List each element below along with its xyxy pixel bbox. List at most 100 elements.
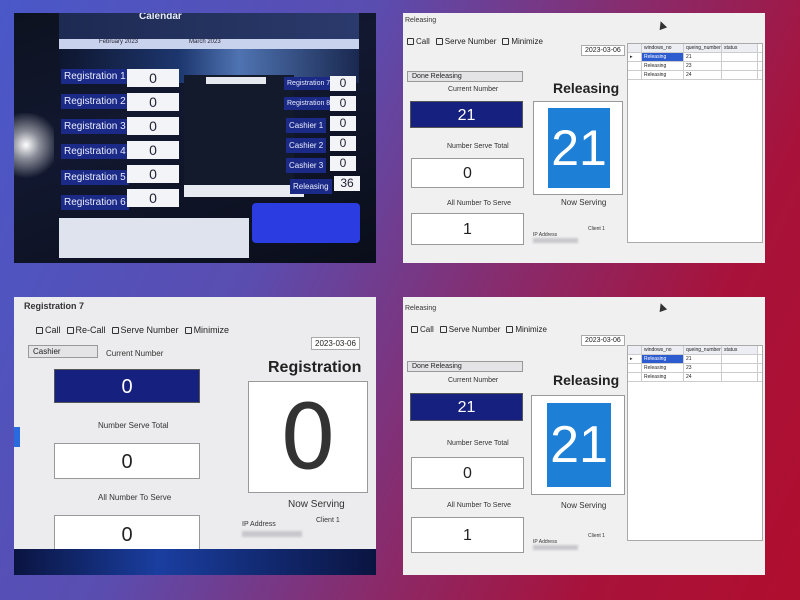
minimize-button[interactable]: Minimize [506, 325, 547, 334]
role-dropdown[interactable]: Cashier [28, 345, 98, 358]
window-title: Registration 7 [24, 301, 85, 311]
grid-header-cell: windows_no [642, 346, 684, 354]
serve-number-label: Serve Number [120, 325, 179, 335]
counter-value: 0 [127, 141, 179, 159]
recall-button[interactable]: Re-Call [66, 325, 106, 335]
speaker-icon [407, 38, 414, 45]
number-serve-total-label: Number Serve Total [447, 143, 509, 150]
all-number-label: All Number To Serve [447, 200, 512, 207]
month-tab[interactable]: March 2023 [189, 39, 221, 45]
person-icon [439, 326, 447, 333]
status-dropdown[interactable]: Done Releasing [407, 361, 523, 372]
dashboard-header: Calendar [59, 13, 359, 39]
blue-panel [252, 203, 360, 243]
counter-label: Releasing [290, 179, 332, 194]
status-dropdown[interactable]: Done Releasing [407, 71, 523, 82]
counter-label: Cashier 2 [286, 138, 327, 153]
number-serve-total-label: Number Serve Total [447, 440, 509, 447]
blurred-ip [533, 545, 578, 550]
counter-value: 0 [330, 76, 356, 91]
ip-address-label: IP Address [242, 521, 276, 528]
current-number: 0 [54, 369, 200, 403]
call-button[interactable]: Call [36, 325, 61, 335]
grid-header-cell: queing_number [684, 346, 722, 354]
grid-cell [722, 71, 758, 79]
counter-label: Registration 2 [61, 94, 129, 109]
speaker-icon [411, 326, 418, 333]
counter-label: Cashier 1 [286, 118, 327, 133]
current-number: 21 [410, 393, 523, 421]
serve-number-label: Serve Number [444, 37, 497, 46]
serve-number-label: Serve Number [448, 325, 501, 334]
toolbar: Call Serve Number Minimize [407, 37, 543, 46]
toolbar: Call Re-Call Serve Number Minimize [36, 325, 229, 335]
grid-cell: Releasing [642, 373, 684, 381]
recall-icon [66, 326, 74, 334]
table-row[interactable]: Releasing 23 [628, 62, 762, 71]
serve-number-button[interactable]: Serve Number [111, 325, 179, 335]
all-number: 0 [54, 515, 200, 553]
all-number: 1 [411, 517, 524, 553]
grid-header-cell: status [722, 44, 758, 52]
minimize-button[interactable]: Minimize [502, 37, 543, 46]
grid-cell: 21 [684, 53, 722, 61]
current-number-label: Current Number [448, 377, 499, 384]
center-input[interactable] [206, 77, 266, 84]
minimize-label: Minimize [193, 325, 230, 335]
number-serve-total-label: Number Serve Total [98, 421, 169, 430]
number-serve-total: 0 [54, 443, 200, 479]
month-tab[interactable]: February 2023 [99, 39, 138, 45]
counter-label: Registration 7 [284, 77, 334, 90]
table-row[interactable]: Releasing 24 [628, 373, 762, 382]
call-button[interactable]: Call [411, 325, 434, 334]
counter-label: Registration 3 [61, 119, 129, 134]
window-title: Releasing [405, 305, 437, 312]
grid-header-cell: windows_no [642, 44, 684, 52]
minimize-label: Minimize [515, 325, 547, 334]
window-title: Releasing [405, 17, 437, 24]
table-row[interactable]: ▸ Releasing 21 [628, 355, 762, 364]
grid-header-cell: status [722, 346, 758, 354]
photo-releasing-window-bottom: Releasing Call Serve Number Minimize 202… [403, 297, 765, 575]
counter-label: Registration 6 [61, 195, 129, 210]
call-button[interactable]: Call [407, 37, 430, 46]
number-serve-total: 0 [411, 158, 524, 188]
date-picker[interactable]: 2023-03-06 [311, 337, 360, 350]
now-serving-label: Now Serving [561, 501, 607, 510]
call-label: Call [416, 37, 430, 46]
client-label: Client 1 [588, 226, 605, 232]
grid-cell [722, 355, 758, 363]
big-title: Releasing [553, 372, 620, 388]
taskbar [14, 549, 376, 575]
counter-label: Registration 4 [61, 144, 129, 159]
serve-number-button[interactable]: Serve Number [435, 37, 497, 46]
minimize-icon [184, 326, 192, 334]
toolbar: Call Serve Number Minimize [411, 325, 547, 334]
table-row[interactable]: Releasing 24 [628, 71, 762, 80]
speaker-icon [36, 326, 43, 334]
now-serving-label: Now Serving [288, 499, 345, 510]
minimize-icon [506, 326, 514, 333]
table-row[interactable]: ▸ Releasing 21 [628, 53, 762, 62]
number-serve-total: 0 [411, 457, 524, 489]
media-controls[interactable] [184, 185, 304, 197]
table-row[interactable]: Releasing 23 [628, 364, 762, 373]
blurred-ip [242, 531, 302, 537]
grid-cell [722, 364, 758, 372]
grid-cell: Releasing [642, 62, 684, 70]
counter-value: 0 [330, 96, 356, 111]
current-number: 21 [410, 101, 523, 128]
person-icon [111, 326, 119, 334]
date-picker[interactable]: 2023-03-06 [581, 335, 625, 346]
photo-registration-window: Registration 7 Call Re-Call Serve Number… [14, 297, 376, 575]
counter-label: Registration 5 [61, 170, 129, 185]
serve-number-button[interactable]: Serve Number [439, 325, 501, 334]
grid-cell: Releasing [642, 71, 684, 79]
mouse-cursor-icon [656, 301, 668, 313]
all-number-label: All Number To Serve [98, 493, 172, 502]
minimize-button[interactable]: Minimize [184, 325, 230, 335]
blurred-ip [533, 238, 578, 243]
call-label: Call [420, 325, 434, 334]
big-title: Registration [268, 359, 362, 376]
date-picker[interactable]: 2023-03-06 [581, 45, 625, 56]
